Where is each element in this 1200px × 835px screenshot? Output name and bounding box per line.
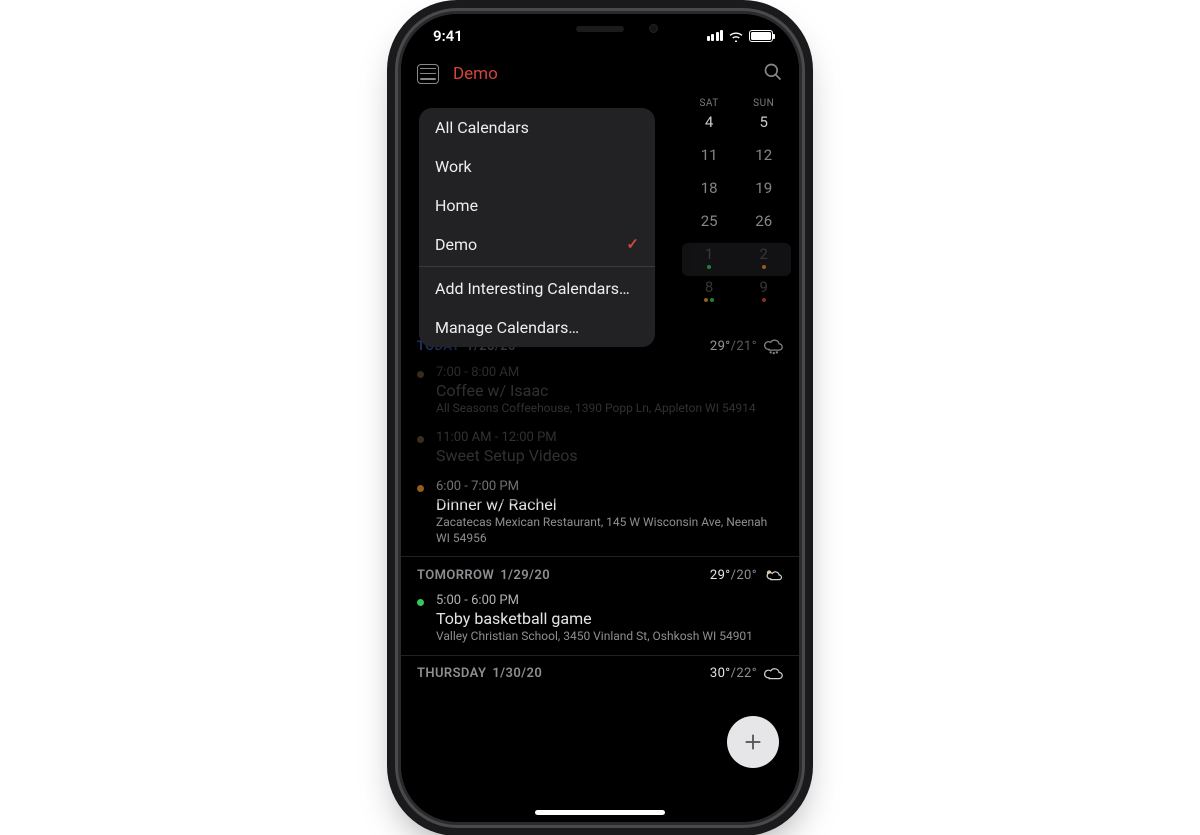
battery-icon xyxy=(749,30,773,42)
menu-button[interactable] xyxy=(417,64,439,84)
partly-cloudy-icon xyxy=(763,567,783,583)
date-cell[interactable]: 1 xyxy=(682,243,737,276)
front-camera xyxy=(649,24,658,33)
checkmark-icon: ✓ xyxy=(626,235,639,253)
day-header-tomorrow: TOMORROW 1/29/20 29°/20° xyxy=(401,556,799,589)
date-cell[interactable]: 11 xyxy=(682,144,737,177)
event-time: 6:00 - 7:00 PM xyxy=(436,479,783,494)
day-label: THURSDAY xyxy=(417,666,486,681)
phone-frame: 9:41 Demo SAT SUN xyxy=(401,14,799,822)
date-cell[interactable]: 4 xyxy=(682,111,737,144)
menu-item-manage-calendars[interactable]: Manage Calendars… xyxy=(419,308,655,347)
menu-divider xyxy=(419,266,655,267)
date-cell[interactable]: 18 xyxy=(682,177,737,210)
event-color-dot xyxy=(417,436,424,443)
add-event-button[interactable] xyxy=(727,716,779,768)
date-cell[interactable]: 2 xyxy=(736,243,791,276)
wifi-icon xyxy=(728,30,744,42)
event-title: Dinner w/ Rachel xyxy=(436,495,783,514)
event-time: 11:00 AM - 12:00 PM xyxy=(436,430,578,445)
event-location: All Seasons Coffeehouse, 1390 Popp Ln, A… xyxy=(436,401,756,417)
event-location: Zacatecas Mexican Restaurant, 145 W Wisc… xyxy=(436,515,783,546)
event-time: 7:00 - 8:00 AM xyxy=(436,365,756,380)
weather-tomorrow: 29°/20° xyxy=(710,567,783,583)
status-time: 9:41 xyxy=(433,27,463,45)
notch xyxy=(502,14,698,44)
menu-item-home[interactable]: Home xyxy=(419,186,655,225)
home-indicator[interactable] xyxy=(535,810,665,815)
date-cell[interactable]: 8 xyxy=(682,276,737,309)
event-row[interactable]: 5:00 - 6:00 PM Toby basketball game Vall… xyxy=(401,589,799,655)
day-date: 1/30/20 xyxy=(492,666,542,681)
day-header-thursday: THURSDAY 1/30/20 30°/22° xyxy=(401,655,799,688)
weekday-sun: SUN xyxy=(736,98,791,109)
date-cell[interactable]: 25 xyxy=(682,210,737,243)
event-row[interactable]: 11:00 AM - 12:00 PM Sweet Setup Videos xyxy=(401,426,799,475)
day-date: 1/29/20 xyxy=(500,568,550,583)
weather-today: 29°/21° xyxy=(710,339,783,355)
weekday-sat: SAT xyxy=(682,98,737,109)
event-title: Toby basketball game xyxy=(436,609,753,628)
calendar-set-menu: All Calendars Work Home Demo ✓ Add Inter… xyxy=(419,108,655,347)
event-location: Valley Christian School, 3450 Vinland St… xyxy=(436,629,753,645)
nav-bar: Demo xyxy=(401,58,799,94)
cell-signal-icon xyxy=(707,30,724,41)
event-color-dot xyxy=(417,485,424,492)
menu-item-all-calendars[interactable]: All Calendars xyxy=(419,108,655,147)
calendar-set-dropdown[interactable]: Demo xyxy=(453,64,749,84)
date-cell[interactable]: 5 xyxy=(736,111,791,144)
menu-item-add-interesting[interactable]: Add Interesting Calendars… xyxy=(419,269,655,308)
cloud-snow-icon xyxy=(763,339,783,355)
event-color-dot xyxy=(417,371,424,378)
cloud-icon xyxy=(763,666,783,682)
event-row[interactable]: 7:00 - 8:00 AM Coffee w/ Isaac All Seaso… xyxy=(401,361,799,427)
event-title: Sweet Setup Videos xyxy=(436,446,578,465)
event-color-dot xyxy=(417,599,424,606)
agenda-list[interactable]: TODAY 1/28/20 29°/21° 7:00 - 8:00 AM Cof… xyxy=(401,327,799,688)
event-time: 5:00 - 6:00 PM xyxy=(436,593,753,608)
date-cell[interactable]: 26 xyxy=(736,210,791,243)
speaker-grille xyxy=(576,26,624,32)
date-cell[interactable]: 9 xyxy=(736,276,791,309)
menu-item-work[interactable]: Work xyxy=(419,147,655,186)
day-label: TOMORROW xyxy=(417,568,494,583)
screen: 9:41 Demo SAT SUN xyxy=(401,14,799,822)
weather-thursday: 30°/22° xyxy=(710,666,783,682)
event-row[interactable]: 6:00 - 7:00 PM Dinner w/ Rachel Zacateca… xyxy=(401,475,799,556)
menu-item-demo[interactable]: Demo ✓ xyxy=(419,225,655,264)
status-indicators xyxy=(707,30,774,42)
date-cell[interactable]: 12 xyxy=(736,144,791,177)
date-cell[interactable]: 19 xyxy=(736,177,791,210)
event-title: Coffee w/ Isaac xyxy=(436,381,756,400)
search-button[interactable] xyxy=(763,62,783,86)
